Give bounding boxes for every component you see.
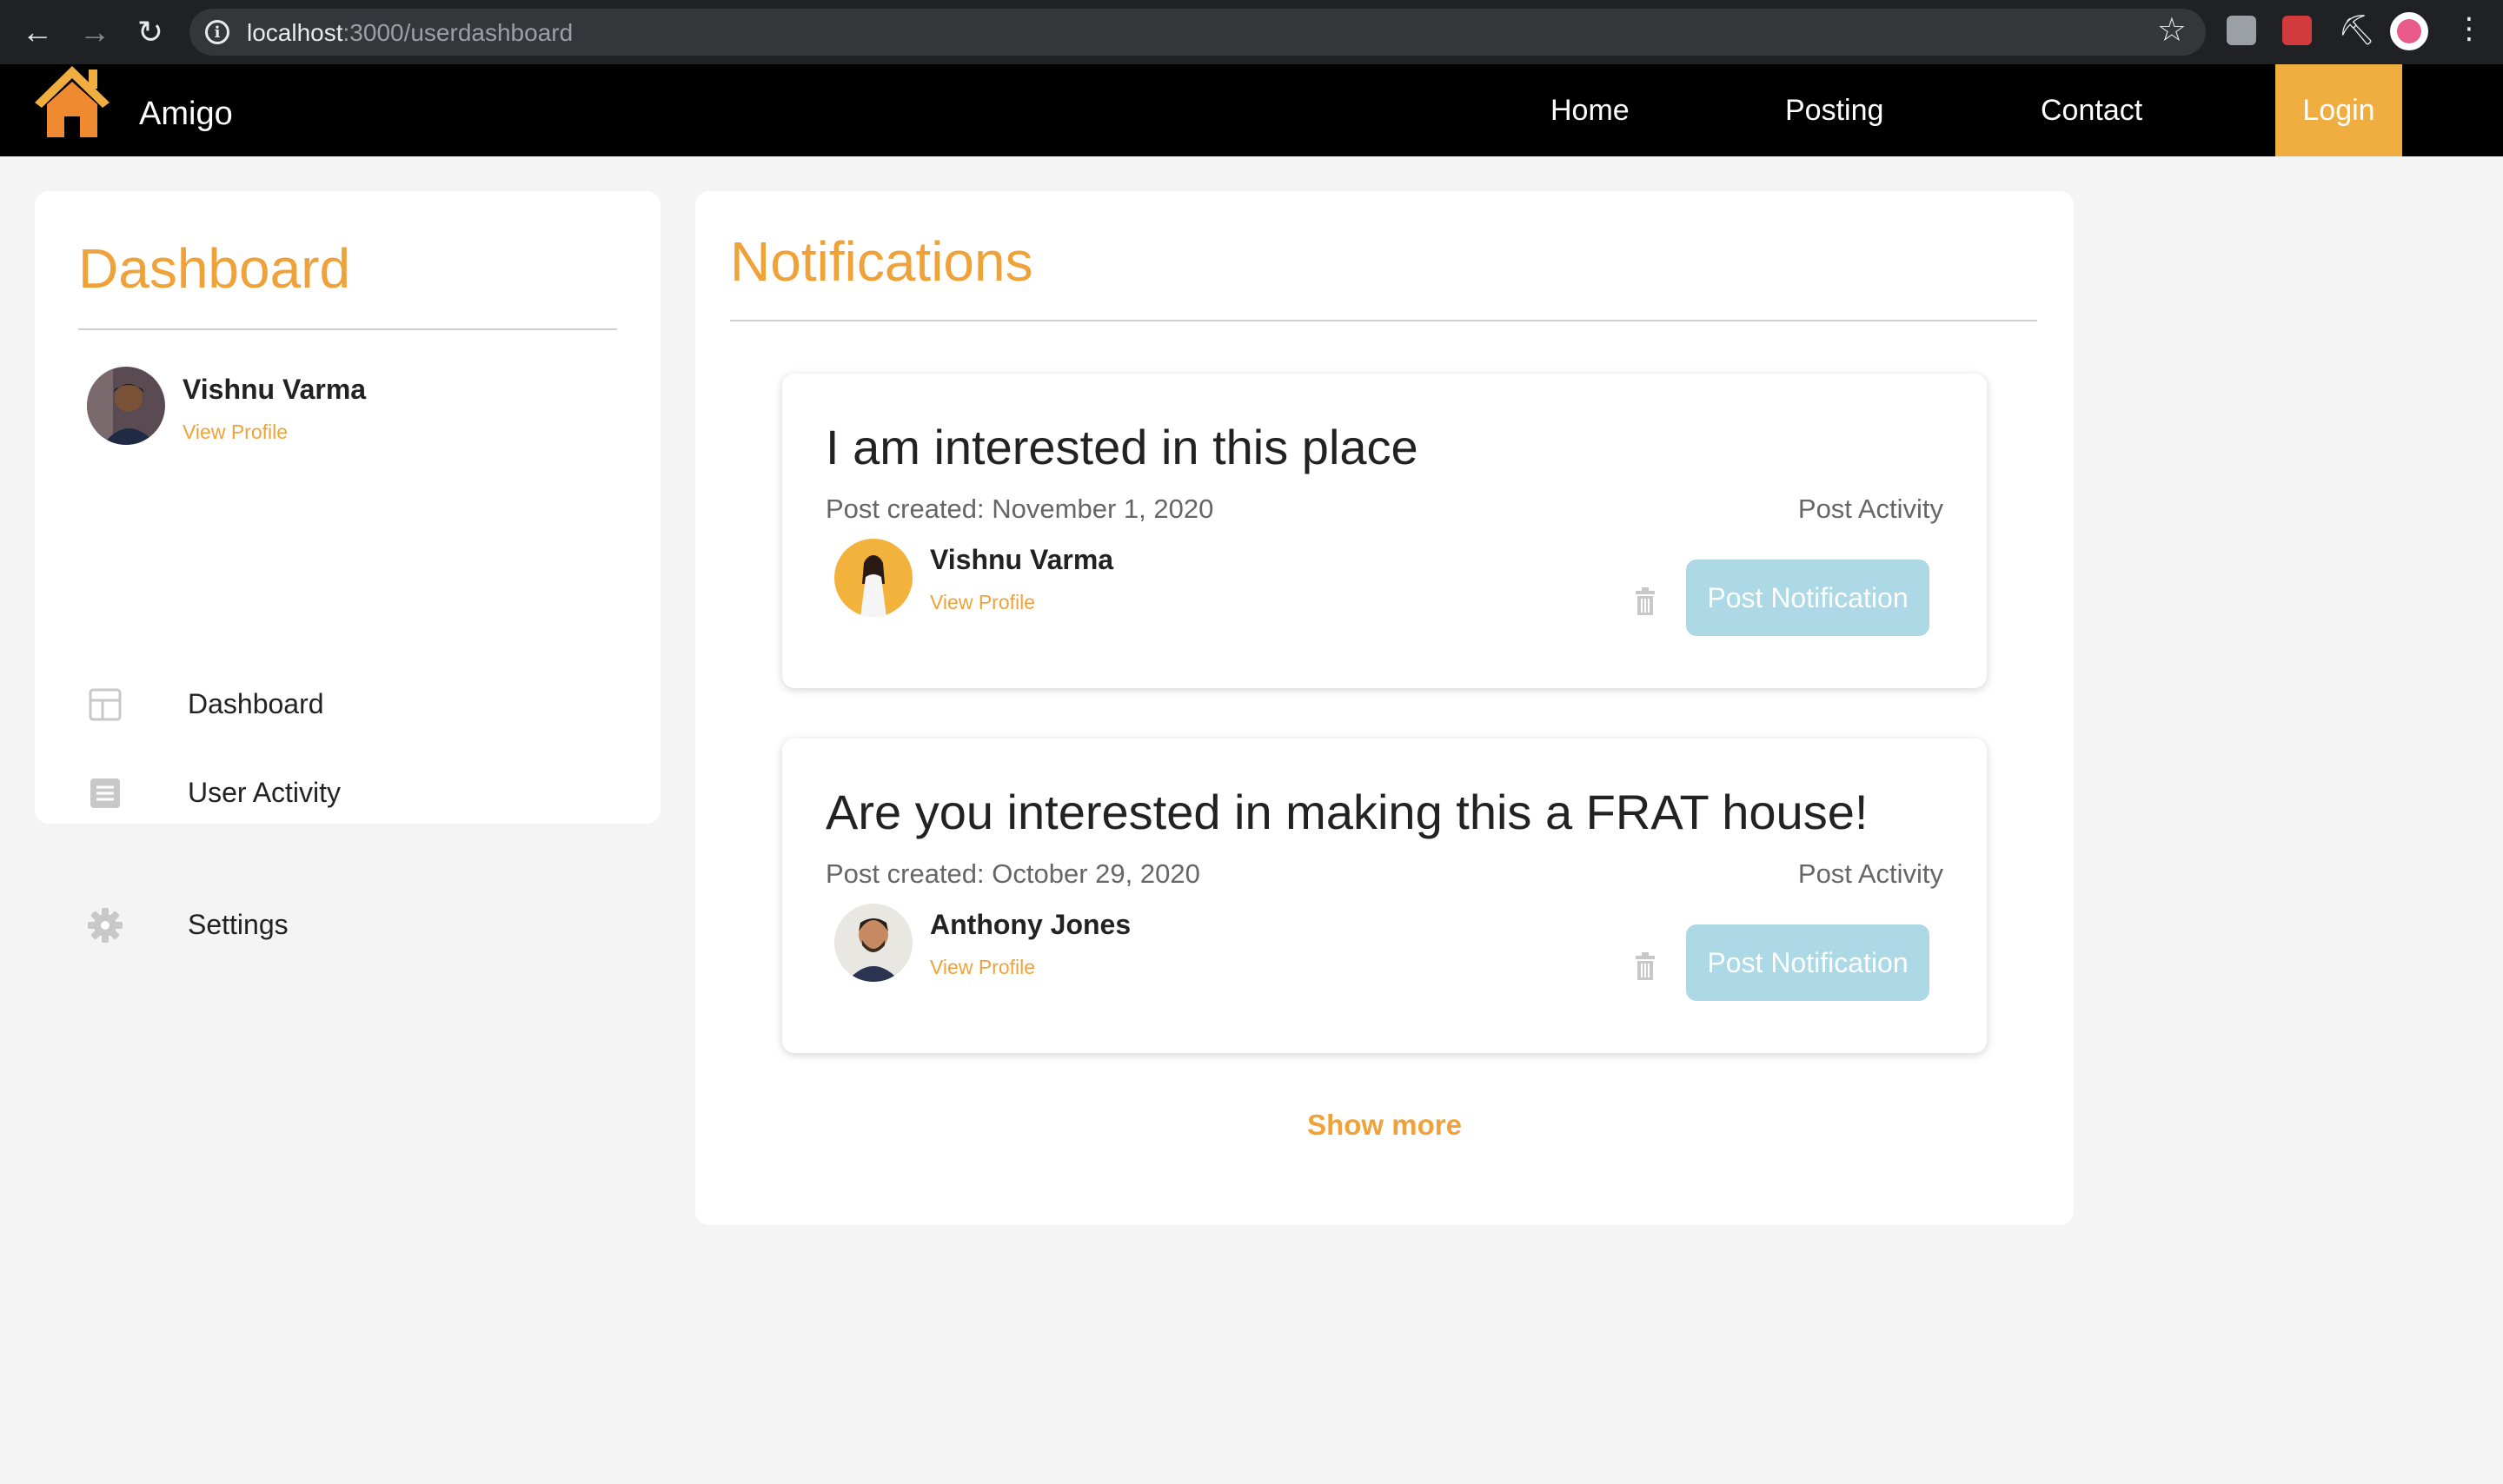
avatar[interactable] [834,539,913,617]
post-notification-button[interactable]: Post Notification [1686,560,1929,636]
nav-home[interactable]: Home [1550,94,1630,128]
view-profile-link[interactable]: View Profile [183,421,288,444]
layout-icon [89,688,122,721]
notification-title: Are you interested in making this a FRAT… [826,785,1869,839]
sidebar-item-settings[interactable]: Settings [87,904,608,947]
extension-icon[interactable] [2282,16,2312,45]
sidebar-item-label: Dashboard [188,688,324,719]
site-header: Amigo Home Posting Contact Login [0,64,2503,156]
view-profile-link[interactable]: View Profile [930,956,1035,979]
back-icon[interactable]: ← [17,12,57,52]
notification-title: I am interested in this place [826,420,1418,474]
url-text[interactable]: localhost:3000/userdashboard [247,19,573,47]
user-name: Anthony Jones [930,909,1132,940]
more-menu-icon[interactable]: ⋮ [2454,14,2484,43]
user-name: Vishnu Varma [183,374,367,405]
nav-contact[interactable]: Contact [2041,94,2142,128]
sidebar-item-label: User Activity [188,777,342,808]
sidebar-item-label: Settings [188,909,289,940]
view-profile-link[interactable]: View Profile [930,591,1035,614]
avatar[interactable] [87,367,165,445]
puzzle-icon[interactable]: ⛏ [2338,16,2375,47]
post-notification-button[interactable]: Post Notification [1686,924,1929,1001]
divider [730,320,2037,321]
post-activity-label: Post Activity [1797,494,1943,524]
profile-avatar-icon[interactable] [2390,12,2428,50]
page-title: Notifications [730,230,1033,293]
forward-icon[interactable]: → [75,12,115,52]
nav-posting[interactable]: Posting [1785,94,1883,128]
bookmark-star-icon[interactable]: ☆ [2157,14,2187,47]
post-activity-label: Post Activity [1797,858,1943,889]
house-logo-icon[interactable] [33,64,111,139]
notifications-panel: Notifications I am interested in this pl… [695,191,2074,1225]
notification-card: I am interested in this place Post creat… [782,374,1987,688]
sidebar-item-dashboard[interactable]: Dashboard [87,683,608,726]
trash-icon[interactable] [1634,952,1656,980]
notification-card: Are you interested in making this a FRAT… [782,739,1987,1053]
extension-icon[interactable] [2227,16,2256,45]
address-bar[interactable]: i localhost:3000/userdashboard ☆ [189,9,2206,56]
brand-name[interactable]: Amigo [139,96,233,133]
trash-icon[interactable] [1634,587,1656,615]
browser-toolbar: ← → ↻ i localhost:3000/userdashboard ☆ ⛏… [0,0,2503,64]
reload-icon[interactable]: ↻ [130,12,170,52]
login-button[interactable]: Login [2275,64,2402,156]
gear-icon [88,908,123,943]
list-icon [90,778,120,808]
show-more-link[interactable]: Show more [695,1109,2074,1142]
sidebar-item-user-activity[interactable]: User Activity [87,772,608,815]
sidebar-title: Dashboard [78,237,351,300]
info-icon[interactable]: i [205,20,229,44]
user-name: Vishnu Varma [930,544,1114,575]
post-date: Post created: November 1, 2020 [826,494,1214,524]
sidebar: Dashboard Vishnu Varma View Profile Dash… [35,191,661,943]
post-date: Post created: October 29, 2020 [826,858,1200,889]
avatar[interactable] [834,904,913,982]
divider [78,328,617,330]
